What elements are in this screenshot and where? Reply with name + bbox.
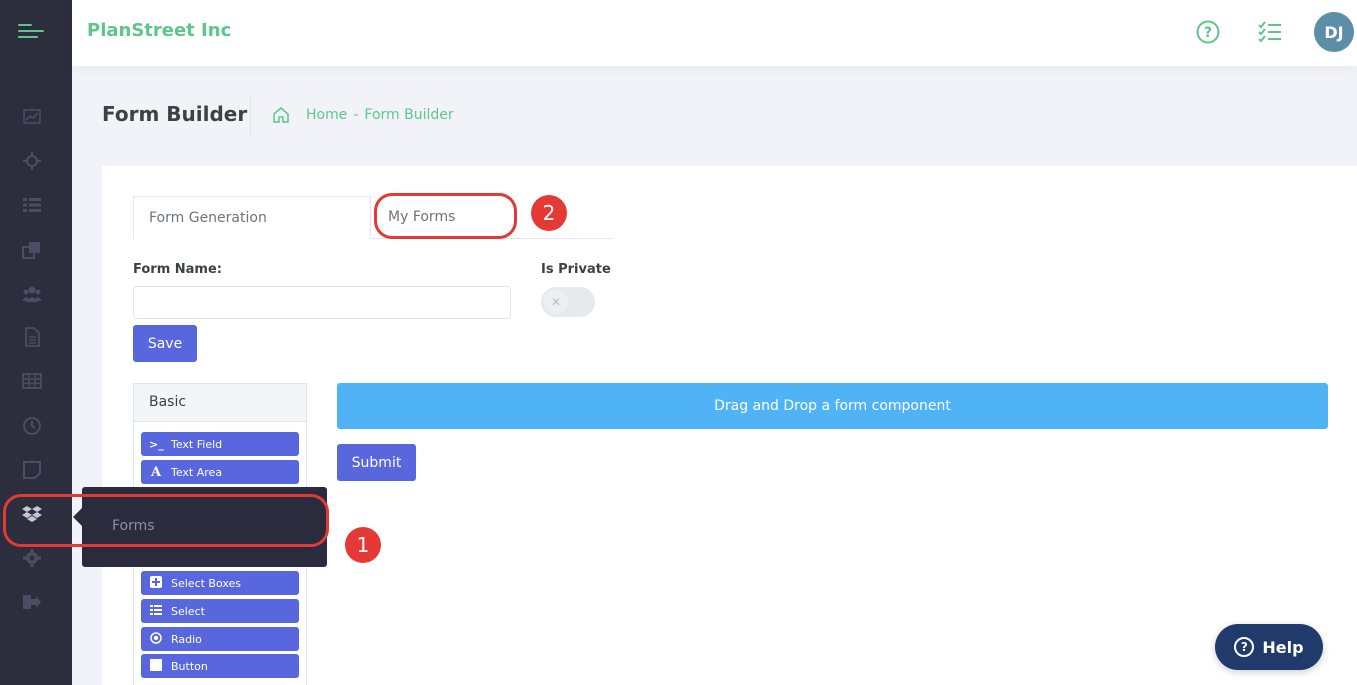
submit-button[interactable]: Submit: [337, 444, 416, 481]
document-icon[interactable]: [22, 327, 42, 347]
component-text-field[interactable]: >_ Text Field: [141, 432, 299, 456]
tab-form-generation[interactable]: Form Generation: [133, 196, 371, 239]
components-group-basic[interactable]: Basic: [134, 384, 306, 422]
form-builder-card: Form Generation My Forms 2 Form Name: Is…: [102, 166, 1357, 685]
component-label: Radio: [171, 632, 202, 646]
radio-icon: [149, 631, 163, 647]
square-icon: [149, 658, 163, 674]
is-private-label: Is Private: [541, 262, 611, 277]
component-select-boxes[interactable]: Select Boxes: [141, 571, 299, 595]
clone-icon[interactable]: [22, 240, 42, 260]
component-radio[interactable]: Radio: [141, 627, 299, 651]
component-label: Text Field: [171, 437, 223, 451]
plus-square-icon: [149, 575, 163, 591]
breadcrumb-form-builder[interactable]: Form Builder: [364, 107, 453, 123]
gear-icon[interactable]: [22, 548, 42, 568]
component-label: Text Area: [171, 465, 223, 479]
user-avatar[interactable]: DJ: [1314, 12, 1354, 52]
font-icon: A: [150, 464, 162, 480]
clock-icon[interactable]: [22, 416, 42, 436]
crosshair-icon[interactable]: [22, 151, 42, 171]
sticky-note-icon[interactable]: [22, 460, 42, 480]
save-button[interactable]: Save: [133, 325, 197, 362]
list-icon[interactable]: [22, 195, 42, 215]
highlight-my-forms: [374, 193, 517, 239]
subheader-divider: [250, 96, 251, 136]
annotation-badge-1: 1: [345, 527, 381, 563]
breadcrumb: Home - Form Builder: [306, 107, 454, 123]
dashboard-chart-icon[interactable]: [22, 107, 42, 127]
home-icon[interactable]: [272, 106, 290, 124]
component-label: Select: [171, 604, 205, 618]
list-icon: [149, 604, 163, 619]
help-circle-icon[interactable]: ?: [1195, 19, 1221, 45]
page-title: Form Builder: [102, 102, 248, 126]
question-icon: ?: [1234, 637, 1255, 657]
users-icon[interactable]: [22, 284, 42, 304]
component-button[interactable]: Button: [141, 654, 299, 678]
terminal-icon: >_: [149, 437, 164, 451]
component-label: Button: [171, 659, 208, 673]
breadcrumb-home[interactable]: Home: [306, 107, 347, 123]
help-button[interactable]: ? Help: [1215, 624, 1323, 670]
table-icon[interactable]: [22, 371, 42, 391]
form-dropzone[interactable]: Drag and Drop a form component: [337, 383, 1328, 429]
component-select[interactable]: Select: [141, 599, 299, 623]
is-private-toggle[interactable]: ✕: [541, 287, 595, 317]
top-header: PlanStreet Inc ? DJ: [72, 0, 1357, 66]
annotation-badge-2: 2: [531, 195, 567, 231]
form-name-input[interactable]: [133, 286, 511, 319]
sign-out-icon[interactable]: [22, 592, 42, 612]
highlight-forms-menu: [3, 494, 329, 547]
toggle-off-icon: ✕: [544, 290, 568, 314]
menu-toggle-icon[interactable]: [18, 24, 46, 42]
sidebar: [0, 0, 72, 685]
breadcrumb-separator: -: [353, 107, 359, 123]
brand-name[interactable]: PlanStreet Inc: [87, 20, 231, 41]
form-name-label: Form Name:: [133, 262, 222, 277]
component-text-area[interactable]: A Text Area: [141, 460, 299, 484]
component-label: Select Boxes: [171, 576, 242, 590]
svg-text:?: ?: [1204, 25, 1212, 41]
task-checklist-icon[interactable]: [1257, 19, 1283, 45]
help-label: Help: [1262, 637, 1304, 657]
